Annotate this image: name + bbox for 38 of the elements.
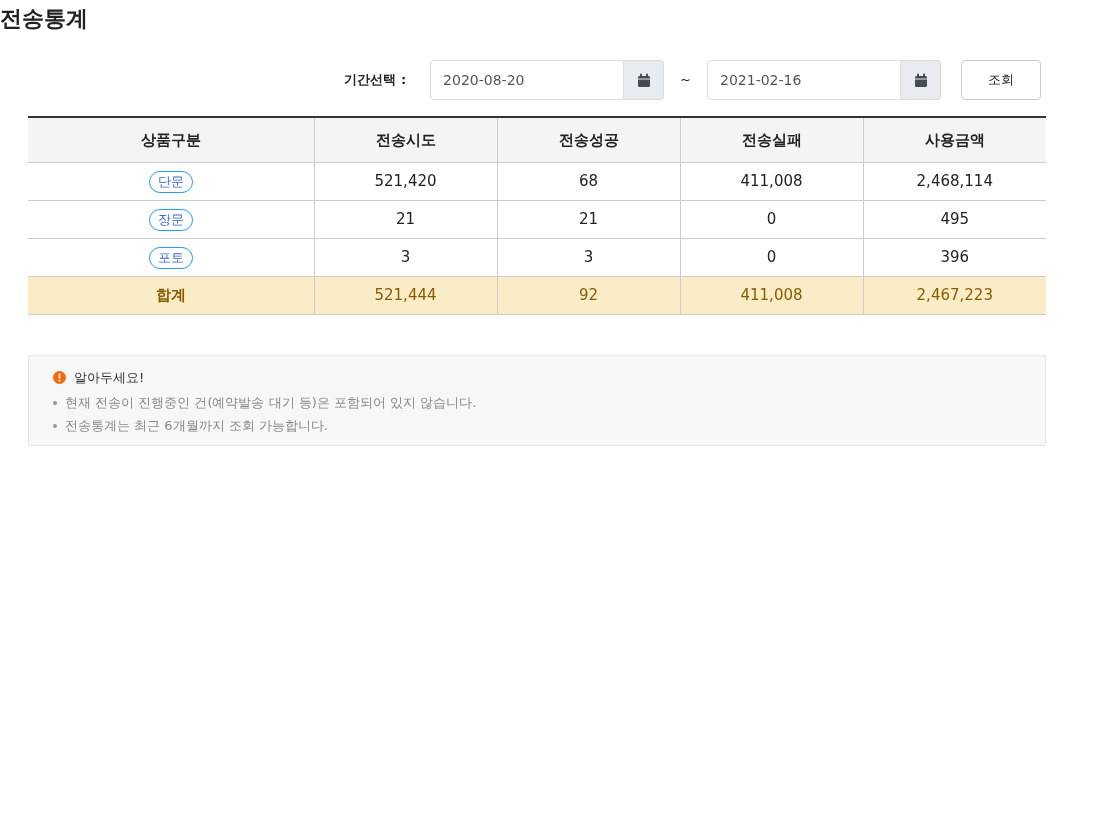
notice-title: 알아두세요! <box>74 368 145 387</box>
table-cell: 합계 <box>28 276 314 314</box>
table-cell: 521,444 <box>314 276 497 314</box>
notice-text: 현재 전송이 진행중인 건(예약발송 대기 등)은 포함되어 있지 않습니다. <box>65 393 477 412</box>
date-field[interactable]: 2020-08-20 <box>430 60 625 100</box>
table-cell: 2,467,223 <box>863 276 1046 314</box>
table-cell: 2,468,114 <box>863 162 1046 200</box>
range-separator: ~ <box>680 71 691 90</box>
table-cell: 411,008 <box>680 162 863 200</box>
bullet-icon <box>53 400 57 405</box>
table-cell: 3 <box>314 238 497 276</box>
calendar-button[interactable] <box>901 60 941 100</box>
table-cell: 3 <box>497 238 680 276</box>
column-header: 사용금액 <box>863 117 1046 162</box>
column-header: 전송성공 <box>497 117 680 162</box>
table-cell: 0 <box>680 238 863 276</box>
notice-text: 전송통계는 최근 6개월까지 조회 가능합니다. <box>65 416 328 435</box>
column-header: 전송시도 <box>314 117 497 162</box>
bullet-icon <box>53 423 57 428</box>
calendar-icon <box>636 72 651 88</box>
table-cell: 411,008 <box>680 276 863 314</box>
calendar-button[interactable] <box>624 60 665 100</box>
table-cell: 21 <box>314 200 497 238</box>
table-cell: 396 <box>863 238 1046 276</box>
table-cell: 92 <box>497 276 680 314</box>
column-header: 전송실패 <box>680 117 863 162</box>
search-button[interactable]: 조회 <box>961 60 1041 100</box>
column-header: 상품구분 <box>28 117 314 162</box>
period-label: 기간선택 : <box>344 71 407 90</box>
table-cell: 21 <box>497 200 680 238</box>
table-cell: 521,420 <box>314 162 497 200</box>
table-cell: 68 <box>497 162 680 200</box>
table-cell: 0 <box>680 200 863 238</box>
table-cell: 495 <box>863 200 1046 238</box>
date-field[interactable]: 2021-02-16 <box>707 60 901 100</box>
calendar-icon <box>913 72 928 88</box>
page-title: 전송통계 <box>0 5 88 30</box>
exclamation-icon <box>53 370 66 384</box>
